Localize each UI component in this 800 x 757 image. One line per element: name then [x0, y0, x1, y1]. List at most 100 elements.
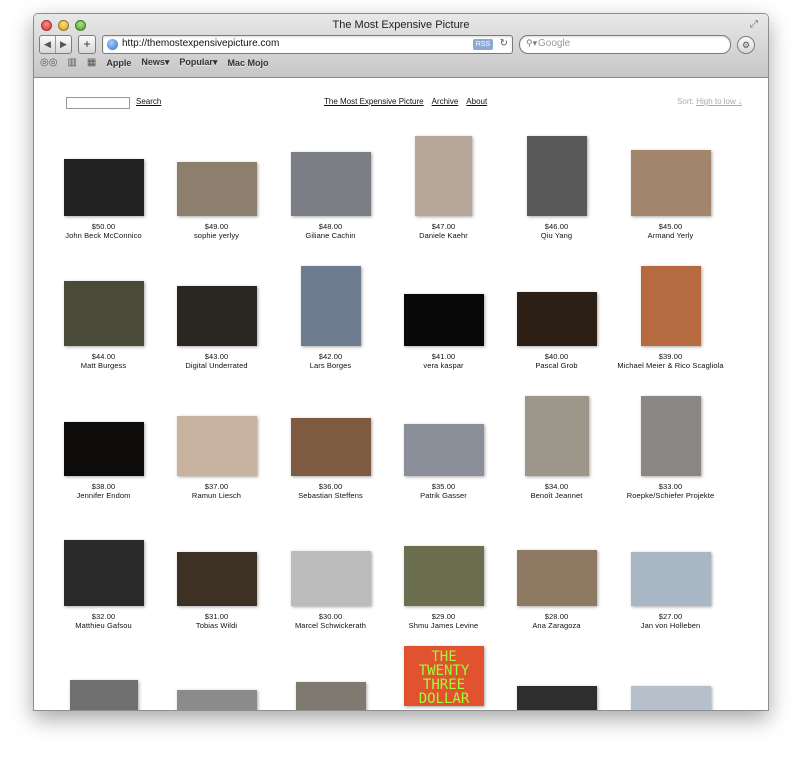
picture-item[interactable]: $48.00 Giliane Cachin: [274, 126, 387, 251]
picture-thumbnail[interactable]: [64, 159, 144, 216]
bookmark-mac-mojo[interactable]: Mac Mojo: [227, 58, 268, 68]
picture-item[interactable]: $32.00 Matthieu Gafsou: [47, 516, 160, 641]
picture-item[interactable]: $40.00 Pascal Grob: [500, 256, 613, 381]
picture-thumbnail[interactable]: [631, 552, 711, 606]
picture-thumbnail[interactable]: [415, 136, 472, 216]
picture-item[interactable]: [274, 646, 387, 710]
picture-item[interactable]: $38.00 Jennifer Endom: [47, 386, 160, 511]
bookmarks-book-icon[interactable]: ▥: [67, 57, 76, 68]
site-search-button[interactable]: Search: [136, 97, 161, 106]
picture-thumbnail[interactable]: [301, 266, 361, 346]
picture-author[interactable]: Giliane Cachin: [274, 231, 387, 240]
picture-author[interactable]: Patrik Gasser: [387, 491, 500, 500]
picture-author[interactable]: Jennifer Endom: [47, 491, 160, 500]
picture-item[interactable]: [614, 646, 727, 710]
picture-item[interactable]: $44.00 Matt Burgess: [47, 256, 160, 381]
picture-thumbnail[interactable]: [70, 680, 138, 710]
picture-item[interactable]: $37.00 Ramun Liesch: [160, 386, 273, 511]
top-sites-grid-icon[interactable]: ▦: [87, 57, 96, 68]
picture-author[interactable]: Armand Yerly: [614, 231, 727, 240]
picture-thumbnail[interactable]: [177, 416, 257, 476]
picture-author[interactable]: Ramun Liesch: [160, 491, 273, 500]
picture-author[interactable]: Lars Borges: [274, 361, 387, 370]
nav-about-link[interactable]: About: [466, 97, 487, 106]
picture-item[interactable]: $29.00 Shmu James Levine: [387, 516, 500, 641]
picture-author[interactable]: Daniele Kaehr: [387, 231, 500, 240]
picture-thumbnail[interactable]: [64, 422, 144, 476]
picture-thumbnail[interactable]: [296, 682, 366, 710]
sort-value-link[interactable]: High to low ↓: [696, 97, 742, 106]
picture-item[interactable]: $33.00 Roepke/Schiefer Projekte: [614, 386, 727, 511]
picture-item[interactable]: [160, 646, 273, 710]
nav-archive-link[interactable]: Archive: [432, 97, 459, 106]
picture-item[interactable]: [47, 646, 160, 710]
picture-item[interactable]: [500, 646, 613, 710]
picture-thumbnail[interactable]: [291, 551, 371, 606]
picture-thumbnail[interactable]: [517, 550, 597, 606]
picture-author[interactable]: Pascal Grob: [500, 361, 613, 370]
picture-author[interactable]: Benoît Jeannet: [500, 491, 613, 500]
picture-thumbnail[interactable]: [64, 540, 144, 606]
picture-thumbnail[interactable]: [641, 396, 701, 476]
picture-author[interactable]: Michael Meier & Rico Scagliola: [614, 361, 727, 370]
picture-item[interactable]: $41.00 vera kaspar: [387, 256, 500, 381]
picture-item[interactable]: $36.00 Sebastian Steffens: [274, 386, 387, 511]
picture-author[interactable]: Tobias Wildi: [160, 621, 273, 630]
picture-thumbnail[interactable]: [404, 424, 484, 476]
picture-item[interactable]: $31.00 Tobias Wildi: [160, 516, 273, 641]
picture-thumbnail[interactable]: THE TWENTY THREE DOLLAR: [404, 646, 484, 706]
picture-item[interactable]: $27.00 Jan von Holleben: [614, 516, 727, 641]
picture-author[interactable]: Marcel Schwickerath: [274, 621, 387, 630]
picture-thumbnail[interactable]: [291, 152, 371, 216]
picture-item[interactable]: $30.00 Marcel Schwickerath: [274, 516, 387, 641]
add-bookmark-button[interactable]: +: [78, 35, 96, 54]
picture-thumbnail[interactable]: [525, 396, 589, 476]
picture-item[interactable]: $39.00 Michael Meier & Rico Scagliola: [614, 256, 727, 381]
picture-author[interactable]: Matthieu Gafsou: [47, 621, 160, 630]
forward-button[interactable]: ▶: [55, 36, 71, 53]
address-bar[interactable]: http://themostexpensivepicture.com RSS ↻: [102, 35, 513, 54]
picture-item[interactable]: $42.00 Lars Borges: [274, 256, 387, 381]
reload-icon[interactable]: ↻: [500, 38, 508, 49]
picture-thumbnail[interactable]: [177, 286, 257, 346]
web-search-field[interactable]: ⚲▾ Google: [519, 35, 731, 54]
picture-author[interactable]: Qiu Yang: [500, 231, 613, 240]
picture-item[interactable]: $49.00 sophie yerlyy: [160, 126, 273, 251]
picture-thumbnail[interactable]: [641, 266, 701, 346]
picture-thumbnail[interactable]: [631, 150, 711, 216]
bookmark-apple[interactable]: Apple: [106, 58, 131, 68]
picture-thumbnail[interactable]: [404, 546, 484, 606]
picture-author[interactable]: Shmu James Levine: [387, 621, 500, 630]
picture-author[interactable]: vera kaspar: [387, 361, 500, 370]
back-button[interactable]: ◀: [40, 36, 55, 53]
reading-list-icon[interactable]: ◎◎: [40, 57, 57, 68]
picture-item[interactable]: $47.00 Daniele Kaehr: [387, 126, 500, 251]
site-search-input[interactable]: [66, 97, 130, 109]
picture-author[interactable]: sophie yerlyy: [160, 231, 273, 240]
picture-thumbnail[interactable]: [517, 686, 597, 710]
picture-thumbnail[interactable]: [177, 552, 257, 606]
picture-item[interactable]: $34.00 Benoît Jeannet: [500, 386, 613, 511]
bookmark-popular[interactable]: Popular▾: [179, 57, 217, 68]
picture-thumbnail[interactable]: [404, 294, 484, 346]
picture-author[interactable]: Jan von Holleben: [614, 621, 727, 630]
picture-item[interactable]: $50.00 John Beck McConnico: [47, 126, 160, 251]
picture-author[interactable]: Ana Zaragoza: [500, 621, 613, 630]
picture-item[interactable]: $45.00 Armand Yerly: [614, 126, 727, 251]
picture-thumbnail[interactable]: [631, 686, 711, 710]
picture-item[interactable]: THE TWENTY THREE DOLLAR: [387, 646, 500, 710]
bookmark-news[interactable]: News▾: [141, 57, 169, 68]
nav-home-link[interactable]: The Most Expensive Picture: [324, 97, 424, 106]
picture-item[interactable]: $35.00 Patrik Gasser: [387, 386, 500, 511]
settings-gear-icon[interactable]: ⚙: [737, 35, 755, 54]
picture-item[interactable]: $28.00 Ana Zaragoza: [500, 516, 613, 641]
picture-author[interactable]: Sebastian Steffens: [274, 491, 387, 500]
picture-thumbnail[interactable]: [517, 292, 597, 346]
picture-author[interactable]: Roepke/Schiefer Projekte: [614, 491, 727, 500]
picture-thumbnail[interactable]: [527, 136, 587, 216]
picture-thumbnail[interactable]: [64, 281, 144, 346]
picture-item[interactable]: $46.00 Qiu Yang: [500, 126, 613, 251]
picture-thumbnail[interactable]: [291, 418, 371, 476]
rss-button[interactable]: RSS: [473, 39, 493, 50]
picture-item[interactable]: $43.00 Digital Underrated: [160, 256, 273, 381]
